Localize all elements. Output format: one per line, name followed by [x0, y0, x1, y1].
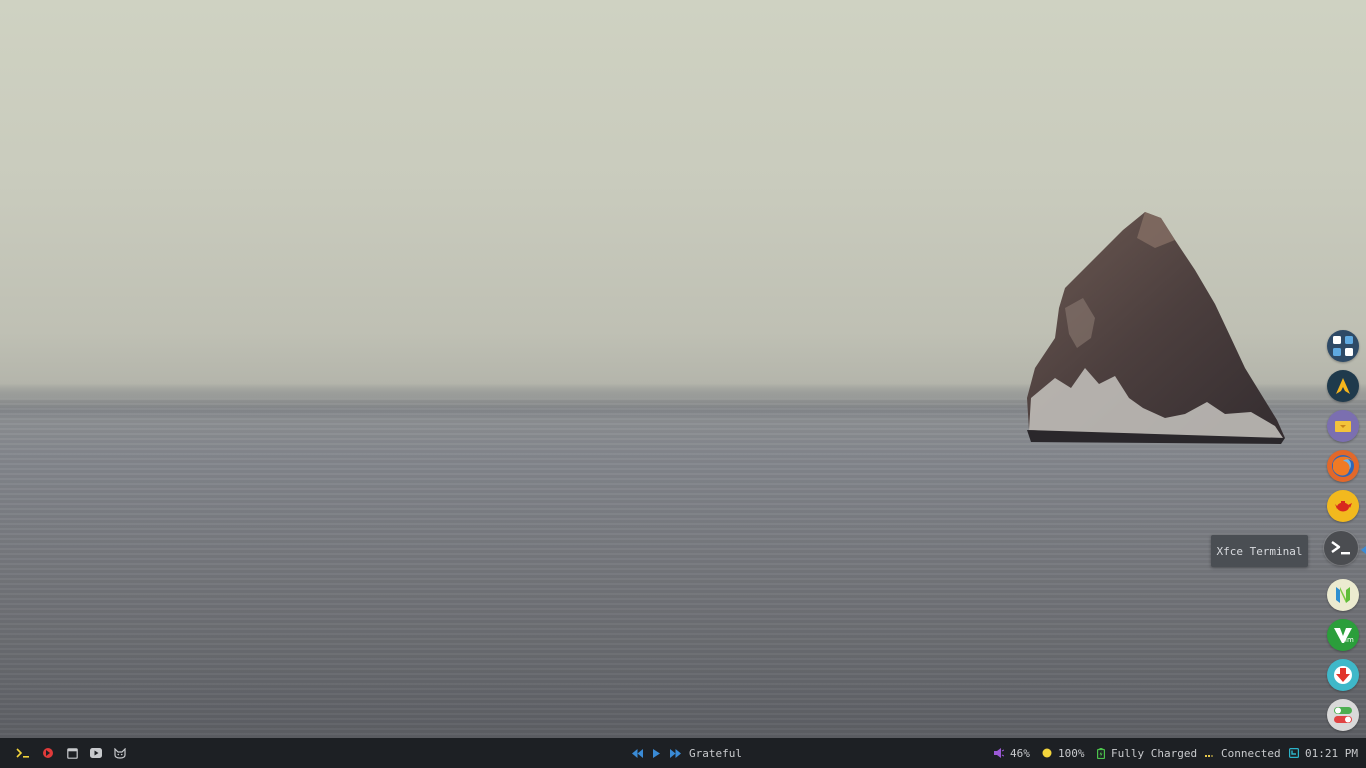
- firefox-button[interactable]: [1327, 450, 1359, 482]
- network-indicator[interactable]: Connected: [1205, 738, 1281, 768]
- xfce-terminal-button[interactable]: [1324, 531, 1358, 565]
- volume-level: 46%: [1010, 746, 1030, 760]
- volume-icon: [994, 748, 1004, 758]
- clock[interactable]: 01:21 PM: [1289, 738, 1358, 768]
- clock-time: 01:21 PM: [1305, 746, 1358, 760]
- brightness-level: 100%: [1058, 746, 1085, 760]
- window-icon: [66, 747, 78, 759]
- sea-surface: [0, 398, 1366, 738]
- battery-indicator[interactable]: Fully Charged: [1097, 738, 1197, 768]
- app-launcher-button[interactable]: [1327, 330, 1359, 362]
- next-track-button[interactable]: [670, 748, 681, 758]
- battery-icon: [1097, 747, 1105, 759]
- cat-icon: [114, 747, 126, 759]
- firefox-icon: [1332, 455, 1354, 477]
- terminal-icon: [16, 748, 29, 758]
- network-status: Connected: [1221, 746, 1281, 760]
- brightness-indicator[interactable]: 100%: [1042, 738, 1085, 768]
- play-icon: [653, 748, 660, 758]
- folder-icon: [1335, 421, 1351, 432]
- bottom-panel: Grateful 46% 100% Fully Charged Connecte…: [0, 738, 1366, 768]
- dock-tooltip: Xfce Terminal: [1211, 535, 1308, 567]
- settings-toggles-button[interactable]: [1327, 699, 1359, 731]
- terminal-launcher[interactable]: [16, 746, 30, 760]
- play-button[interactable]: [653, 748, 660, 758]
- red-app-launcher[interactable]: [41, 746, 55, 760]
- neovim-icon: [1336, 587, 1350, 603]
- volume-indicator[interactable]: 46%: [994, 738, 1030, 768]
- svg-text:im: im: [1345, 636, 1354, 644]
- teapot-app-button[interactable]: [1327, 490, 1359, 522]
- vim-button[interactable]: im: [1327, 619, 1359, 651]
- brightness-icon: [1042, 748, 1052, 758]
- file-manager-button[interactable]: [1327, 410, 1359, 442]
- previous-track-button[interactable]: [632, 748, 643, 758]
- arch-linux-button[interactable]: [1327, 370, 1359, 402]
- clock-icon: [1289, 748, 1299, 758]
- battery-status: Fully Charged: [1111, 746, 1198, 760]
- vim-icon: im: [1334, 628, 1354, 644]
- active-window-indicator: [1361, 546, 1366, 554]
- arch-logo-icon: [1336, 378, 1350, 394]
- downloader-button[interactable]: [1327, 659, 1359, 691]
- youtube-launcher[interactable]: [89, 746, 103, 760]
- sea-rock-image: [1027, 212, 1285, 444]
- terminal-prompt-icon: [1331, 541, 1350, 555]
- window-launcher[interactable]: [65, 746, 79, 760]
- teapot-icon: [1335, 501, 1352, 512]
- network-signal-icon: [1205, 755, 1213, 757]
- youtube-icon: [90, 748, 102, 758]
- download-arrow-icon: [1334, 666, 1352, 684]
- cat-launcher[interactable]: [113, 746, 127, 760]
- grid-squares-icon: [1333, 336, 1353, 356]
- fast-forward-icon: [670, 748, 681, 758]
- media-controls: Grateful: [632, 738, 742, 768]
- rewind-icon: [632, 748, 643, 758]
- neovim-button[interactable]: [1327, 579, 1359, 611]
- track-title: Grateful: [689, 746, 742, 760]
- desktop-wallpaper: [0, 0, 1366, 738]
- app-red-icon: [43, 748, 53, 758]
- toggle-switch-icon: [1334, 707, 1352, 723]
